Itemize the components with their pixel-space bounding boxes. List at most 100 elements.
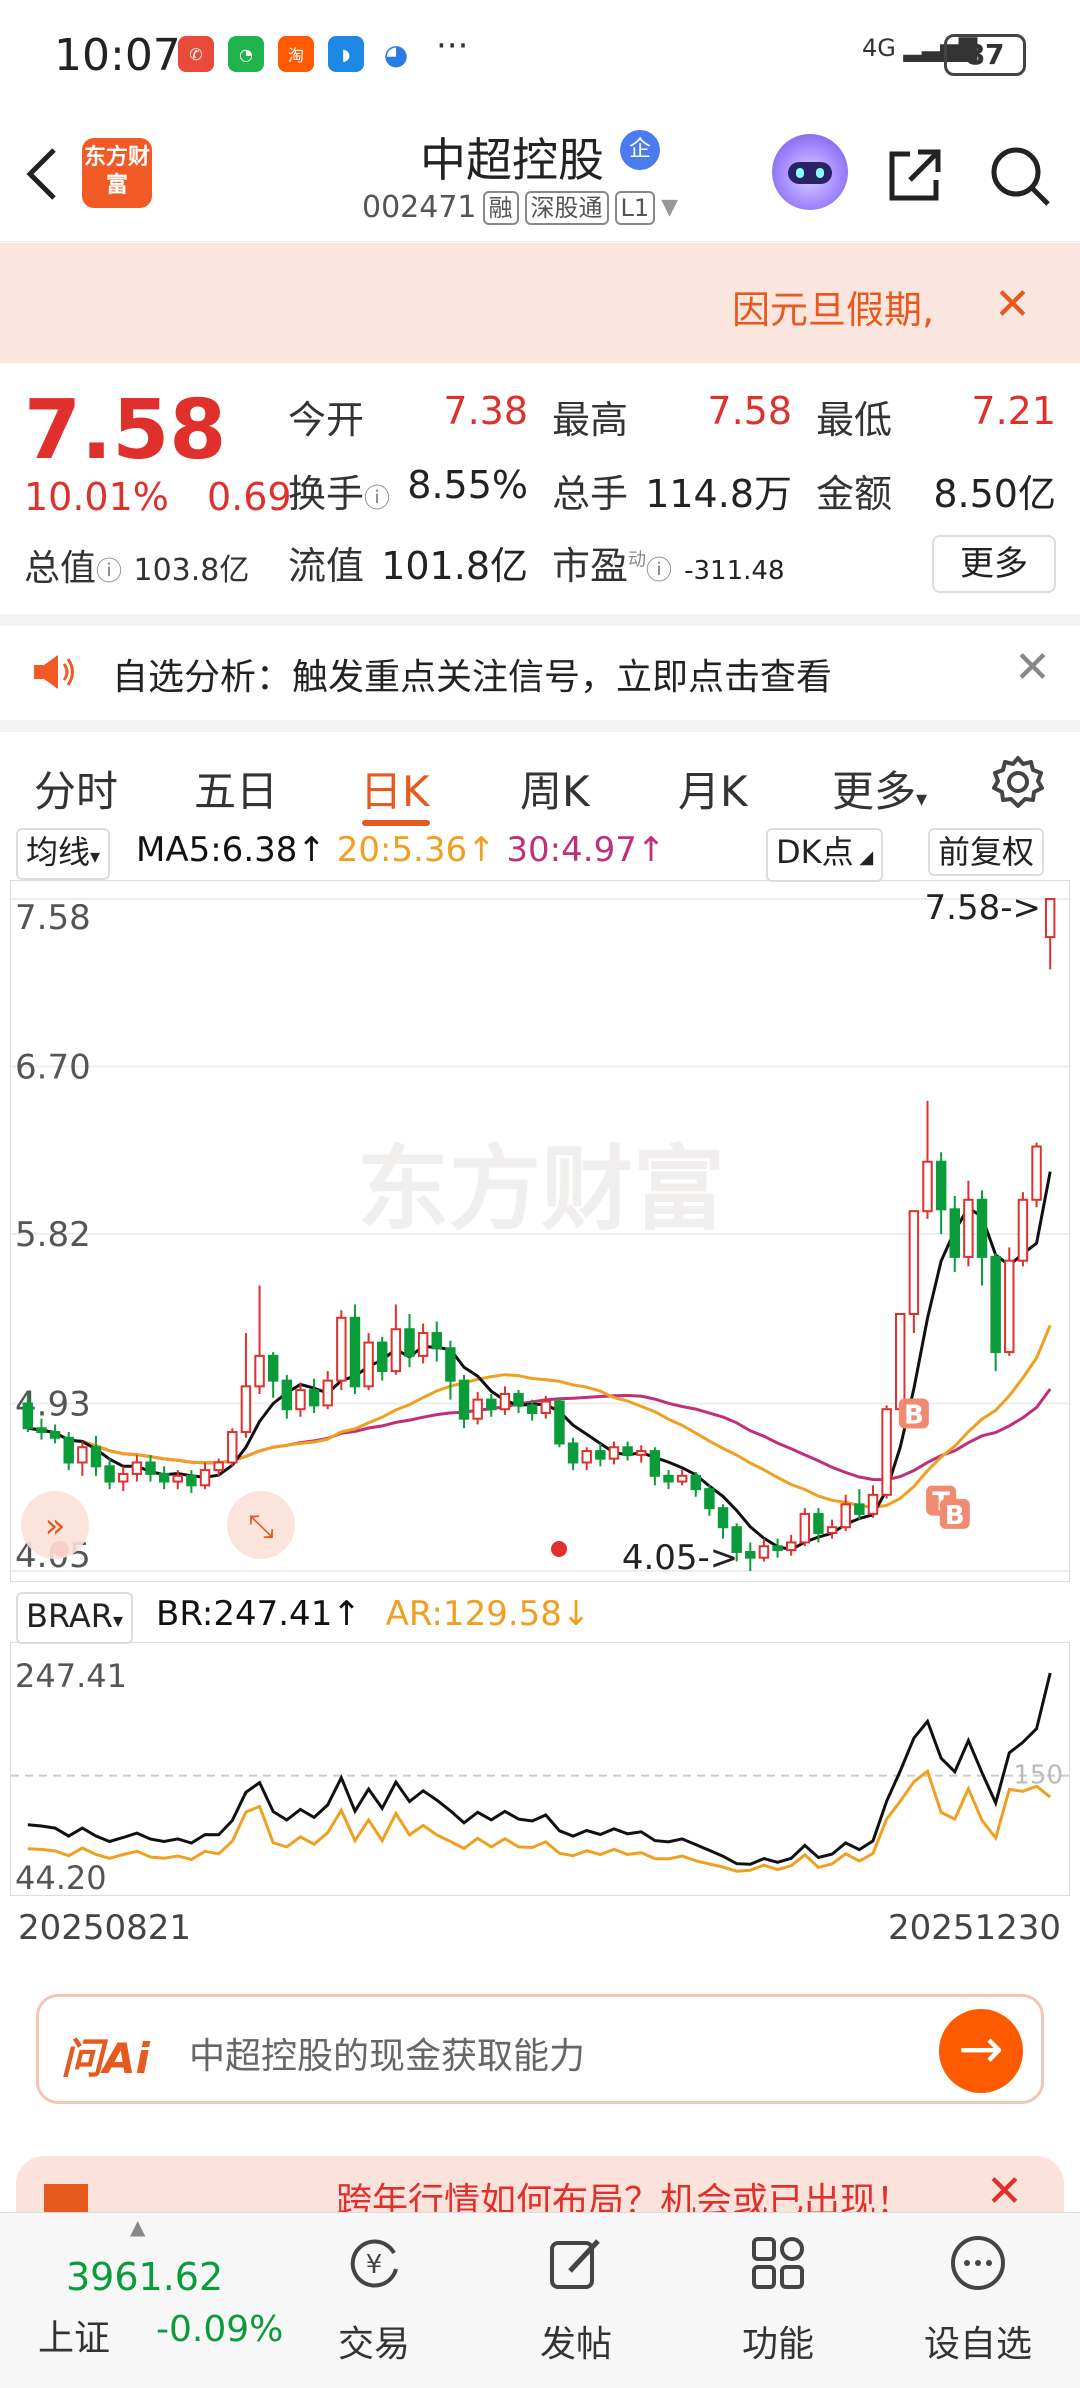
candle	[295, 1389, 306, 1411]
ma-select-label: 均线	[26, 833, 91, 871]
ai-logo: 问Ai	[61, 2034, 150, 2083]
pe-cell: 市盈动ⓘ -311.48	[552, 535, 792, 590]
candle	[990, 1255, 1001, 1354]
ar-line	[27, 1768, 1052, 1873]
nav-functions-label: 功能	[741, 2324, 814, 2365]
candle	[1031, 1145, 1042, 1201]
index-value[interactable]: 3961.62	[66, 2255, 223, 2299]
tab-more[interactable]: 更多▾	[832, 758, 927, 819]
pe-sup: 动	[628, 549, 647, 571]
candle	[363, 1341, 374, 1388]
candle	[499, 1392, 511, 1411]
amount-label: 金额	[816, 472, 893, 516]
more-notifications-icon: ···	[436, 26, 469, 66]
tab-five-day[interactable]: 五日	[194, 758, 278, 819]
ma20-value: 20:5.36↑	[336, 830, 496, 870]
candle	[676, 1474, 688, 1483]
candle	[322, 1379, 333, 1407]
turnover-label: 换手	[288, 472, 365, 516]
holiday-banner[interactable]: 因元旦假期, ✕	[0, 243, 1080, 363]
info-icon[interactable]: ⓘ	[96, 557, 122, 587]
candle	[36, 1427, 47, 1434]
stock-code-line[interactable]: 002471 融 深股通 L1 ▼	[362, 190, 678, 225]
candle	[717, 1507, 729, 1529]
high-cell: 最高 7.58	[552, 389, 792, 444]
candle	[813, 1512, 824, 1534]
candle	[554, 1400, 565, 1445]
candle	[472, 1398, 483, 1420]
ai-robot-icon[interactable]	[772, 134, 848, 210]
candle	[608, 1446, 620, 1460]
candle	[131, 1461, 143, 1475]
open-cell: 今开 7.38	[288, 389, 528, 444]
low-cell: 最低 7.21	[816, 389, 1056, 444]
dk-label: DK点	[776, 833, 854, 871]
candle	[186, 1474, 197, 1487]
candle	[1044, 898, 1056, 939]
tab-monthly-k[interactable]: 月K	[678, 758, 748, 819]
current-price: 7.58	[24, 383, 227, 478]
ma-select[interactable]: 均线▾	[16, 828, 111, 880]
brar-chart[interactable]: 247.41 44.20 150	[10, 1642, 1071, 1897]
pe-value: -311.48	[684, 556, 785, 586]
info-icon[interactable]: ⓘ	[646, 556, 672, 586]
nav-functions[interactable]: 功能	[718, 2233, 838, 2367]
share-icon[interactable]	[884, 146, 944, 206]
arrow-right-icon[interactable]: →	[939, 2009, 1023, 2093]
ma5-value: MA5:6.38↑	[136, 830, 326, 870]
message-icon: ◗	[328, 36, 364, 72]
kline-chart[interactable]: 7.586.705.824.934.05东方财富7.58->4.05->BTB»…	[10, 880, 1071, 1582]
candle	[663, 1474, 674, 1483]
dropdown-icon: ▼	[661, 195, 679, 220]
gear-icon[interactable]	[990, 754, 1046, 810]
date-axis: 20250821 20251230	[0, 1902, 1080, 1952]
tab-weekly-k[interactable]: 周K	[520, 758, 590, 819]
open-value: 7.38	[443, 389, 528, 433]
brar-values: BR:247.41↑ AR:129.58↓	[156, 1594, 590, 1634]
period-tabs: 分时 五日 日K 周K 月K 更多▾	[0, 720, 1080, 826]
trade-icon: ¥	[350, 2239, 398, 2288]
float-cell: 流值 101.8亿	[288, 535, 528, 590]
turnover-cell: 换手ⓘ 8.55%	[288, 463, 528, 518]
stock-header: 东方财富 中超控股 企 002471 融 深股通 L1 ▼	[0, 110, 1080, 242]
clock: 10:07	[54, 30, 181, 81]
level-tag: L1	[614, 190, 656, 225]
candle	[649, 1450, 661, 1477]
back-icon[interactable]	[22, 144, 62, 204]
low-value: 7.21	[971, 389, 1056, 433]
info-icon[interactable]: ⓘ	[364, 484, 390, 514]
candle	[404, 1328, 415, 1357]
more-button[interactable]: 更多	[932, 535, 1056, 593]
brar-svg: 247.4144.20150	[11, 1657, 1071, 1897]
adjust-select[interactable]: 前复权	[928, 828, 1045, 876]
ai-question-box[interactable]: 问Ai 中超控股的现金获取能力 →	[36, 1994, 1044, 2104]
candle	[935, 1160, 947, 1211]
analysis-notice[interactable]: 自选分析：触发重点关注信号，立即点击查看 ✕	[0, 614, 1080, 718]
candle	[963, 1198, 974, 1258]
nav-trade[interactable]: ¥ 交易	[314, 2233, 434, 2367]
close-icon[interactable]: ✕	[1014, 642, 1051, 693]
volume-value: 114.8万	[645, 472, 792, 516]
high-label: 最高	[552, 398, 629, 442]
double-chevron-icon: »	[45, 1506, 66, 1546]
brar-select[interactable]: BRAR▾	[16, 1592, 134, 1644]
tab-daily-k[interactable]: 日K	[360, 758, 430, 819]
nav-post[interactable]: 发帖	[516, 2233, 636, 2367]
candle	[336, 1316, 347, 1382]
candle	[840, 1503, 851, 1529]
close-icon[interactable]: ✕	[986, 2166, 1023, 2217]
candle	[267, 1354, 279, 1382]
dk-point-select[interactable]: DK点 ◢	[766, 828, 884, 882]
nav-add-watchlist-label: 设自选	[923, 2324, 1032, 2365]
candle	[854, 1503, 865, 1515]
close-icon[interactable]: ✕	[994, 279, 1031, 330]
br-bottom-label: 44.20	[15, 1859, 107, 1897]
pe-label: 市盈	[552, 544, 629, 588]
search-icon[interactable]	[988, 144, 1052, 208]
tab-minute[interactable]: 分时	[34, 758, 118, 819]
nav-add-watchlist[interactable]: 设自选	[918, 2233, 1038, 2367]
candle	[826, 1526, 838, 1534]
notice-text: 自选分析：触发重点关注信号，立即点击查看	[112, 657, 833, 698]
app-icon: ◕	[378, 36, 414, 72]
expand-up-icon[interactable]: ▲	[130, 2215, 145, 2239]
